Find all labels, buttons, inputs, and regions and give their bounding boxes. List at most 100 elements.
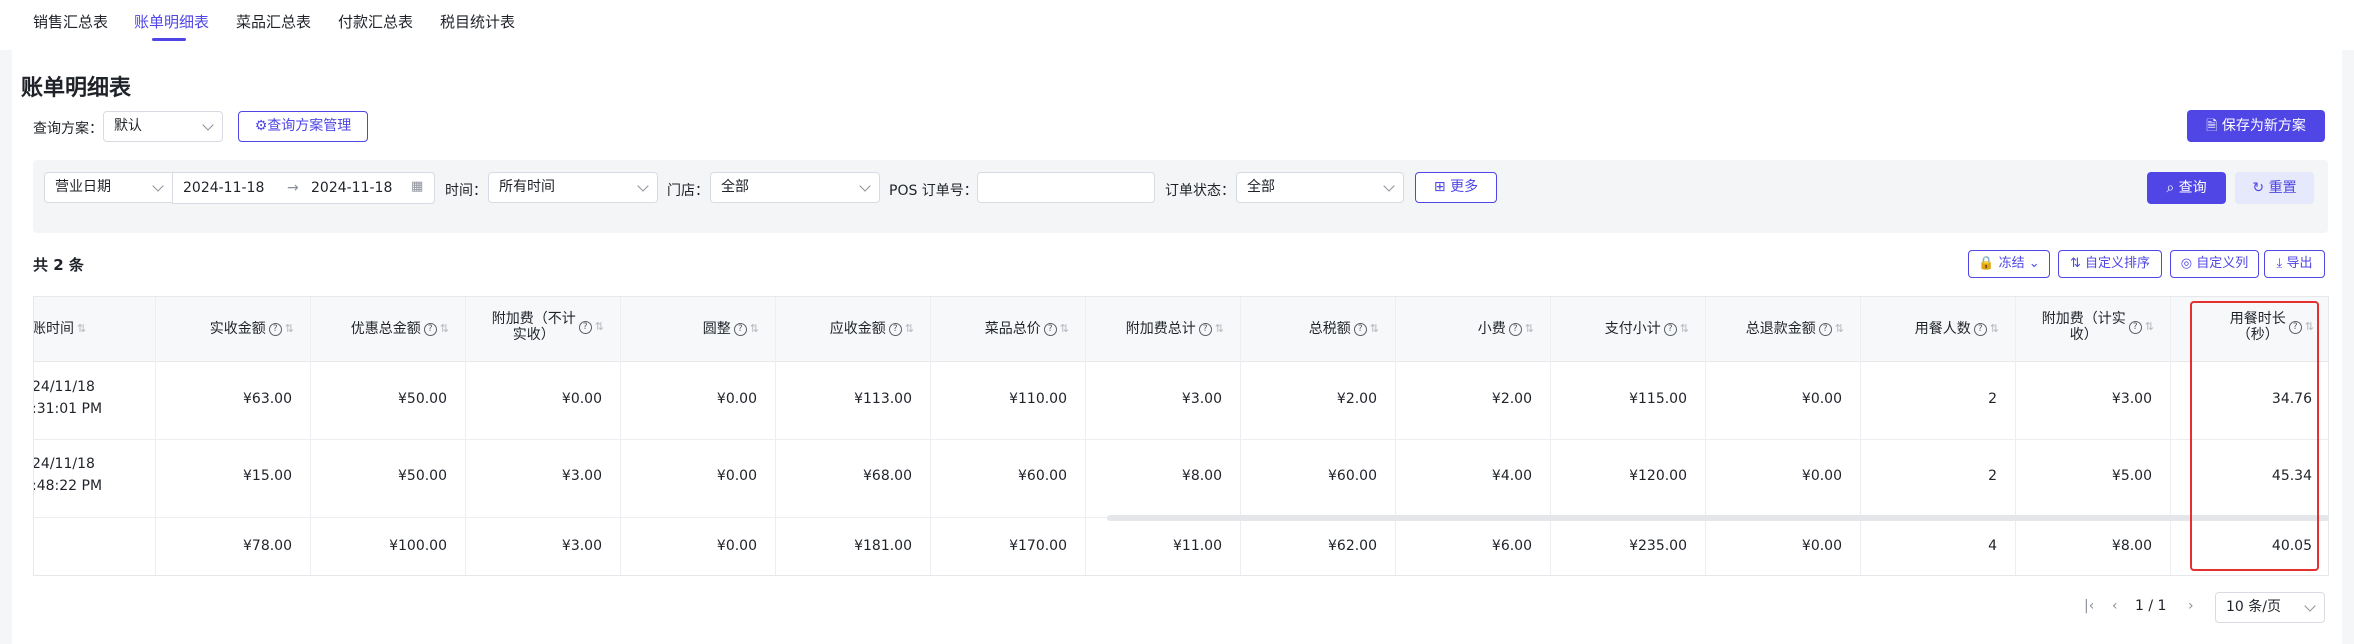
- next-page-icon[interactable]: ›: [2188, 598, 2194, 614]
- column-header[interactable]: 圆整? ⇅: [703, 321, 759, 337]
- more-filters-button[interactable]: ⊞ 更多: [1415, 172, 1497, 203]
- bill-time-cell: 24/11/18:31:01 PM: [34, 376, 102, 420]
- sort-icon[interactable]: ⇅: [1215, 321, 1224, 337]
- date-range-picker[interactable]: 2024-11-18 → 2024-11-18 ▦: [172, 172, 435, 204]
- active-tab-indicator: [152, 38, 186, 41]
- sort-icon[interactable]: ⇅: [1990, 321, 1999, 337]
- sort-icon[interactable]: ⇅: [1835, 321, 1844, 337]
- column-header[interactable]: 应收金额? ⇅: [830, 321, 914, 337]
- reset-button[interactable]: ↻ 重置: [2235, 172, 2314, 204]
- table-cell: ¥60.00: [1328, 468, 1377, 484]
- help-icon[interactable]: ?: [2128, 320, 2142, 334]
- tab-bill-detail[interactable]: 账单明细表: [134, 11, 209, 32]
- tab-dish-summary[interactable]: 菜品汇总表: [236, 11, 311, 32]
- save-new-plan-button[interactable]: 🗎 保存为新方案: [2187, 110, 2325, 142]
- column-header-label: 优惠总金额: [350, 321, 421, 337]
- sort-icon[interactable]: ⇅: [1680, 321, 1689, 337]
- help-icon[interactable]: ?: [268, 322, 282, 336]
- start-date: 2024-11-18: [183, 180, 265, 196]
- help-icon[interactable]: ?: [1508, 322, 1522, 336]
- page-size-select[interactable]: 10 条/页: [2215, 592, 2325, 623]
- tab-sales-summary[interactable]: 销售汇总表: [33, 11, 108, 32]
- column-header-label-2: 实收）: [512, 327, 555, 343]
- column-header[interactable]: 小费? ⇅: [1478, 321, 1534, 337]
- column-header[interactable]: 实收金额? ⇅: [210, 321, 294, 337]
- summary-cell: ¥170.00: [1009, 538, 1067, 554]
- column-header-text: 总税额: [1309, 321, 1351, 337]
- pos-order-input[interactable]: [977, 172, 1155, 203]
- sort-icon[interactable]: ⇅: [1525, 321, 1534, 337]
- column-header-label: 菜品总价: [984, 321, 1041, 337]
- table-cell: ¥113.00: [854, 391, 912, 407]
- date-type-select[interactable]: 营业日期: [44, 172, 173, 203]
- help-icon[interactable]: ?: [1043, 322, 1057, 336]
- summary-cell: 4: [1988, 538, 1997, 554]
- manage-plan-button[interactable]: ⚙查询方案管理: [238, 111, 368, 142]
- horizontal-scrollbar[interactable]: [1107, 515, 2329, 521]
- sort-icon[interactable]: ⇅: [905, 321, 914, 337]
- column-header-label: 应收金额: [829, 321, 886, 337]
- help-icon[interactable]: ?: [578, 320, 592, 334]
- custom-sort-button[interactable]: ⇅ 自定义排序: [2058, 250, 2162, 278]
- help-icon[interactable]: ?: [1818, 322, 1832, 336]
- column-header-text: 总退款金额: [1746, 321, 1816, 337]
- column-divider: [310, 297, 311, 575]
- sort-icon[interactable]: ⇅: [440, 321, 449, 337]
- column-header[interactable]: 账时间 ⇅: [34, 321, 86, 337]
- column-header[interactable]: 附加费（计实 收）? ⇅: [2042, 311, 2154, 343]
- custom-columns-button[interactable]: ◎ 自定义列: [2170, 250, 2259, 278]
- tab-payment-summary[interactable]: 付款汇总表: [338, 11, 413, 32]
- column-header-text: 圆整: [703, 321, 731, 337]
- help-icon[interactable]: ?: [1353, 322, 1367, 336]
- help-icon[interactable]: ?: [423, 322, 437, 336]
- table-cell: ¥115.00: [1629, 391, 1687, 407]
- help-icon[interactable]: ?: [1198, 322, 1212, 336]
- export-button[interactable]: ⤓ 导出: [2264, 250, 2325, 278]
- table-cell: 2: [1988, 391, 1997, 407]
- column-header[interactable]: 支付小计? ⇅: [1605, 321, 1689, 337]
- query-plan-select[interactable]: 默认: [103, 111, 223, 142]
- freeze-button[interactable]: 🔒 冻结 ⌄: [1968, 250, 2050, 278]
- column-header[interactable]: 菜品总价? ⇅: [985, 321, 1069, 337]
- column-header-label: 支付小计: [1604, 321, 1661, 337]
- first-page-icon[interactable]: |‹: [2084, 598, 2094, 614]
- sort-icon[interactable]: ⇅: [285, 321, 294, 337]
- query-button[interactable]: ⌕ 查询: [2147, 172, 2226, 204]
- prev-page-icon[interactable]: ‹: [2112, 598, 2118, 614]
- lock-icon: 🔒: [1978, 256, 1995, 271]
- sort-icon[interactable]: ⇅: [2145, 319, 2154, 335]
- time-select[interactable]: 所有时间: [488, 172, 658, 203]
- column-header-text: 附加费（计实 收）: [2042, 311, 2126, 343]
- column-divider: [465, 297, 466, 575]
- help-icon[interactable]: ?: [1663, 322, 1677, 336]
- order-status-select[interactable]: 全部: [1236, 172, 1404, 203]
- column-header[interactable]: 总退款金额? ⇅: [1746, 321, 1844, 337]
- chevron-down-icon: [2304, 600, 2316, 612]
- column-divider: [2015, 297, 2016, 575]
- column-header-label: 附加费（不计: [491, 311, 576, 327]
- chevron-down-icon: ⌄: [2028, 256, 2040, 271]
- sort-icon[interactable]: ⇅: [1060, 321, 1069, 337]
- more-filters-label: 更多: [1450, 179, 1479, 195]
- column-header[interactable]: 优惠总金额? ⇅: [351, 321, 449, 337]
- row-divider: [34, 439, 2328, 440]
- column-header[interactable]: 总税额? ⇅: [1309, 321, 1379, 337]
- store-select[interactable]: 全部: [710, 172, 880, 203]
- column-header[interactable]: 附加费（不计 实收）? ⇅: [492, 311, 604, 343]
- tab-tax-stats[interactable]: 税目统计表: [440, 11, 515, 32]
- help-icon[interactable]: ?: [1973, 322, 1987, 336]
- column-header-label-2: 收）: [2069, 327, 2098, 343]
- summary-cell: ¥62.00: [1328, 538, 1377, 554]
- order-status-label: 订单状态：: [1165, 183, 1235, 199]
- sort-icon[interactable]: ⇅: [595, 319, 604, 335]
- column-header[interactable]: 附加费总计? ⇅: [1126, 321, 1224, 337]
- column-header[interactable]: 用餐人数? ⇅: [1915, 321, 1999, 337]
- sort-icon[interactable]: ⇅: [77, 321, 86, 337]
- column-divider: [1550, 297, 1551, 575]
- sort-icon[interactable]: ⇅: [1370, 321, 1379, 337]
- sort-icon[interactable]: ⇅: [750, 321, 759, 337]
- help-icon[interactable]: ?: [888, 322, 902, 336]
- help-icon[interactable]: ?: [733, 322, 747, 336]
- column-header-label: 总税额: [1308, 321, 1351, 337]
- highlight-box: [2190, 301, 2319, 571]
